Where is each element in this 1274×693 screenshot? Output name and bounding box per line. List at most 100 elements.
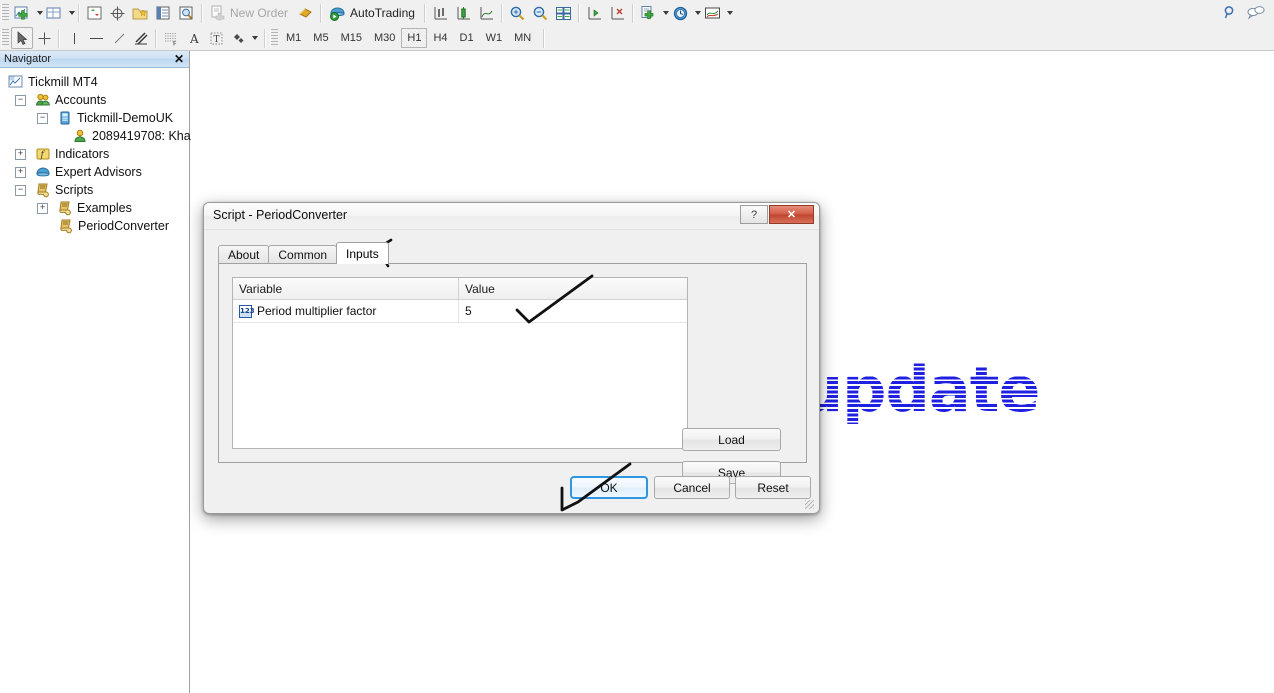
navigator-button[interactable] <box>129 2 152 24</box>
strategy-tester-button[interactable] <box>175 2 198 24</box>
timeframe-h1[interactable]: H1 <box>401 28 428 48</box>
autotrading-button[interactable]: AutoTrading <box>325 2 421 24</box>
new-chart-icon <box>14 6 28 19</box>
collapse-toggle[interactable]: − <box>15 94 26 106</box>
tree-item-tickmill-demouk[interactable]: − Tickmill-DemoUK <box>0 109 189 127</box>
dialog-titlebar[interactable]: Script - PeriodConverter ? ✕ <box>204 203 819 230</box>
close-icon[interactable]: ✕ <box>172 53 186 65</box>
market-watch-button[interactable] <box>83 2 106 24</box>
resize-grip[interactable] <box>805 500 814 509</box>
new-chart-button[interactable] <box>11 2 34 24</box>
periods-button[interactable] <box>669 2 692 24</box>
timeframe-w1[interactable]: W1 <box>480 28 509 48</box>
templates-icon <box>704 7 720 18</box>
zoom-in-button[interactable] <box>506 2 529 24</box>
tab-about[interactable]: About <box>218 245 270 264</box>
dialog-title: Script - PeriodConverter <box>213 208 348 222</box>
cursor-tool[interactable] <box>11 27 33 49</box>
fibonacci-retracement-icon: F <box>165 32 177 46</box>
new-order-icon <box>211 5 225 21</box>
toolbar-grip[interactable] <box>1 29 9 47</box>
shapes-tool[interactable] <box>227 27 249 49</box>
horizontal-line-tool[interactable] <box>85 27 108 49</box>
tile-windows-button[interactable] <box>552 2 575 24</box>
tree-item-scripts[interactable]: − Scripts <box>0 181 189 199</box>
terminal-button[interactable] <box>152 2 175 24</box>
grid-cell-value[interactable]: 5 <box>459 300 687 322</box>
templates-dropdown-caret[interactable] <box>726 11 733 15</box>
tab-label: Inputs <box>346 246 379 261</box>
tree-item-indicators[interactable]: + f Indicators <box>0 145 189 163</box>
text-label-tool[interactable]: T <box>205 27 227 49</box>
inputs-grid[interactable]: Variable Value 123 Period multiplier fac… <box>232 277 688 449</box>
indicators-button[interactable] <box>637 2 660 24</box>
auto-scroll-button[interactable] <box>583 2 606 24</box>
chart-shift-button[interactable] <box>606 2 629 24</box>
profiles-dropdown-caret[interactable] <box>69 11 75 15</box>
clock-icon <box>673 6 688 20</box>
tree-item-examples[interactable]: + Examples <box>0 199 189 217</box>
bar-chart-button[interactable] <box>429 2 452 24</box>
expand-toggle[interactable]: + <box>37 202 48 214</box>
close-button[interactable]: ✕ <box>769 205 814 224</box>
timeframe-toolbar-grip[interactable] <box>270 29 278 47</box>
load-button[interactable]: Load <box>682 428 781 451</box>
text-tool[interactable]: A <box>183 27 205 49</box>
toolbar-separator <box>500 3 503 23</box>
shapes-dropdown-caret[interactable] <box>252 36 258 40</box>
tab-common[interactable]: Common <box>268 245 338 264</box>
toolbar-grip[interactable] <box>1 4 9 22</box>
timeframe-h4[interactable]: H4 <box>427 28 453 48</box>
tree-item-label: Tickmill-DemoUK <box>77 111 174 125</box>
profiles-button[interactable] <box>43 2 66 24</box>
timeframe-m5[interactable]: M5 <box>307 28 334 48</box>
collapse-toggle[interactable]: − <box>37 112 48 124</box>
crosshair-tool[interactable] <box>33 27 55 49</box>
tree-item-label: Scripts <box>55 183 94 197</box>
line-chart-button[interactable] <box>475 2 498 24</box>
cancel-button[interactable]: Cancel <box>654 476 730 499</box>
timeframe-mn[interactable]: MN <box>508 28 537 48</box>
expand-toggle[interactable]: + <box>15 148 26 160</box>
timeframe-d1[interactable]: D1 <box>454 28 480 48</box>
tab-inputs[interactable]: Inputs <box>336 242 389 264</box>
tree-item-tickmill-mt4[interactable]: Tickmill MT4 <box>0 73 189 91</box>
help-button[interactable]: ? <box>740 205 768 224</box>
equidistant-channel-tool[interactable] <box>130 27 152 49</box>
search-button[interactable] <box>1218 2 1242 24</box>
number-type-icon: 123 <box>239 304 255 318</box>
data-window-button[interactable] <box>106 2 129 24</box>
tree-item-periodconverter[interactable]: PeriodConverter <box>0 217 189 235</box>
magnifier-icon <box>1224 6 1234 19</box>
tree-item-expert-advisors[interactable]: + Expert Advisors <box>0 163 189 181</box>
expand-toggle[interactable]: + <box>15 166 26 178</box>
navigator-panel: Navigator ✕ Tickmill MT4 − Accounts − Ti… <box>0 51 193 693</box>
trendline-tool[interactable] <box>108 27 130 49</box>
line-chart-icon <box>480 6 493 19</box>
drawing-toolbar: F A T M1 M5 M15 M30 H1 H4 D1 W1 MN <box>0 26 1274 51</box>
reset-button[interactable]: Reset <box>735 476 811 499</box>
templates-button[interactable] <box>701 2 724 24</box>
tree-item-account-2089419708[interactable]: 2089419708: Khal <box>0 127 193 145</box>
tree-item-accounts[interactable]: − Accounts <box>0 91 189 109</box>
vertical-line-tool[interactable] <box>63 27 85 49</box>
table-row[interactable]: 123 Period multiplier factor 5 <box>233 300 687 323</box>
metaeditor-button[interactable] <box>294 2 317 24</box>
chat-button[interactable] <box>1242 2 1268 24</box>
grid-header-value[interactable]: Value <box>459 278 687 299</box>
accounts-group-icon <box>35 92 51 108</box>
new-order-button[interactable]: New Order <box>206 2 294 24</box>
fibonacci-tool[interactable]: F <box>160 27 183 49</box>
timeframe-m1[interactable]: M1 <box>280 28 307 48</box>
collapse-toggle[interactable]: − <box>15 184 26 196</box>
main-toolbar: New Order AutoTrading <box>0 0 1274 27</box>
reset-button-label: Reset <box>757 480 789 495</box>
grid-header-variable[interactable]: Variable <box>233 278 459 299</box>
timeframe-m30[interactable]: M30 <box>368 28 401 48</box>
grid-cell-variable[interactable]: 123 Period multiplier factor <box>233 300 459 322</box>
timeframe-label: W1 <box>485 32 503 44</box>
ok-button[interactable]: OK <box>570 476 648 499</box>
timeframe-m15[interactable]: M15 <box>335 28 368 48</box>
zoom-out-button[interactable] <box>529 2 552 24</box>
candlestick-chart-button[interactable] <box>452 2 475 24</box>
